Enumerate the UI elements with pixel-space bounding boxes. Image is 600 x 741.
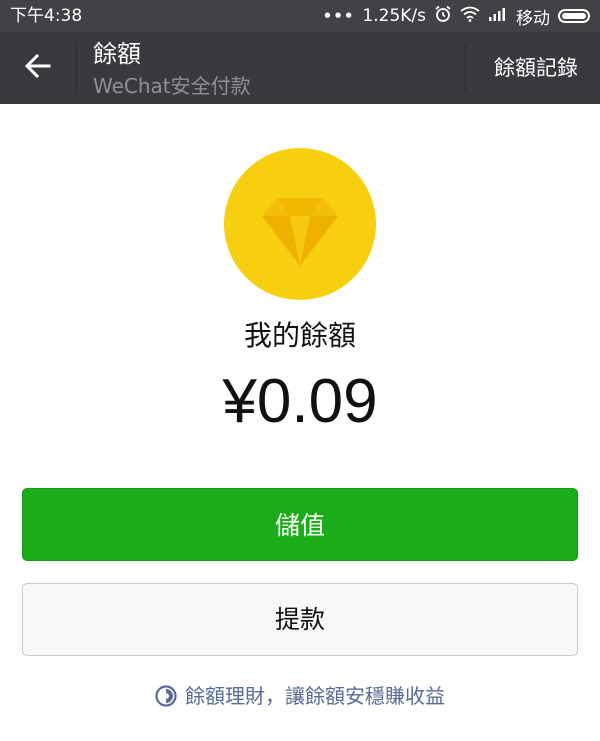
back-button[interactable] (0, 32, 76, 104)
page-subtitle: WeChat安全付款 (93, 74, 251, 98)
wealth-management-icon (155, 685, 177, 707)
battery-icon (558, 9, 590, 23)
status-time: 下午4:38 (10, 6, 83, 26)
balance-history-button[interactable]: 餘額記錄 (494, 54, 578, 82)
balance-label: 我的餘額 (243, 319, 356, 352)
app-header: 餘額 WeChat安全付款 餘額記錄 (0, 32, 600, 104)
status-bar: 下午4:38 ••• 1.25K/s 移动 (0, 0, 600, 32)
alarm-icon (434, 5, 452, 28)
signal-icon (488, 6, 508, 26)
diamond-coin-icon (224, 148, 376, 300)
wifi-icon (460, 6, 480, 27)
header-divider-right (465, 44, 466, 92)
more-dots-icon: ••• (322, 7, 355, 25)
network-speed: 1.25K/s (362, 6, 426, 26)
back-arrow-icon (24, 52, 52, 84)
withdraw-button[interactable]: 提款 (22, 583, 578, 656)
balance-amount: ¥0.09 (222, 367, 378, 436)
carrier-label: 移动 (516, 8, 550, 29)
header-divider (76, 44, 77, 92)
wealth-link-text: 餘額理財，讓餘額安穩賺收益 (185, 684, 445, 708)
wealth-management-link[interactable]: 餘額理財，讓餘額安穩賺收益 (0, 682, 600, 710)
status-right: ••• 1.25K/s 移动 (322, 5, 590, 29)
page-title: 餘額 (93, 40, 141, 68)
topup-button[interactable]: 儲值 (22, 488, 578, 561)
